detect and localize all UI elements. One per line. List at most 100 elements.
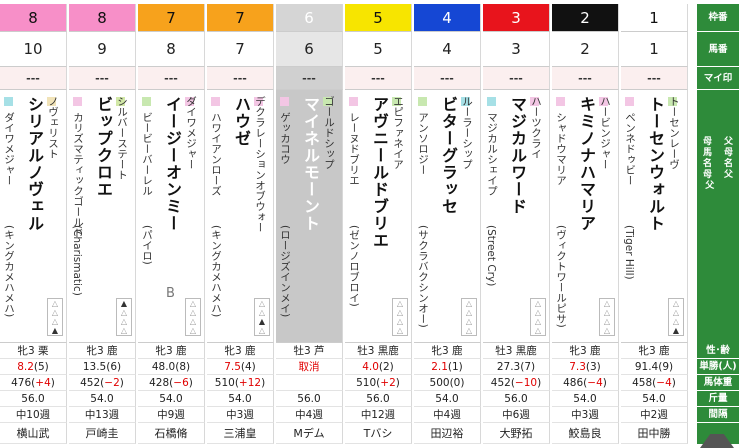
my-mark[interactable]: --- bbox=[69, 67, 136, 90]
waku-number: 8 bbox=[0, 4, 67, 32]
sire-color-chip bbox=[487, 97, 496, 106]
damsire-name[interactable]: (Tiger Hill) bbox=[623, 225, 635, 280]
rating-triangle: △ bbox=[534, 308, 542, 317]
sire-name[interactable]: ダイワメジャー bbox=[2, 112, 17, 186]
header-odds: 単勝(人) bbox=[697, 359, 739, 375]
sex-age: 牝3 栗 bbox=[0, 343, 67, 359]
horse-number: 10 bbox=[0, 32, 67, 67]
sire-name[interactable]: ペンネドゥビー bbox=[623, 112, 638, 186]
jockey[interactable]: 横山武 bbox=[0, 423, 67, 444]
rating-triangle: △ bbox=[120, 317, 128, 326]
horse-name[interactable]: アヴニールドブリエ bbox=[367, 96, 391, 249]
my-mark[interactable]: --- bbox=[207, 67, 274, 90]
horse-column[interactable]: 8 10 --- ダイワメジャー シリアルノヴェル ノヴェリスト (キングカメハメハ) △ △ △… bbox=[0, 0, 68, 448]
odds-cell: 13.5(6) bbox=[69, 359, 136, 375]
horse-column[interactable]: 2 2 --- シャドウマリア キミノナハマリア ハービンジャー (ヴィクトワールピサ) △ △… bbox=[552, 0, 620, 448]
horse-column[interactable]: 5 5 --- レーヌドブリエ アヴニールドブリエ エピファネイア (ゼンノロブロイ) △ △ △… bbox=[345, 0, 413, 448]
damsire-name[interactable]: (サクラバクシンオー) bbox=[416, 225, 431, 328]
body-weight: 458(−4) bbox=[621, 375, 688, 391]
body-weight: 452(−10) bbox=[483, 375, 550, 391]
horse-name[interactable]: キミノナハマリア bbox=[574, 96, 598, 232]
dam-name[interactable]: ノヴェリスト bbox=[46, 96, 61, 159]
sire-name[interactable]: カリズマティックゴールド bbox=[71, 112, 86, 238]
waku-number: 3 bbox=[483, 4, 550, 32]
odds-value: 7.3 bbox=[569, 361, 586, 373]
horse-name[interactable]: シリアルノヴェル bbox=[22, 96, 46, 232]
my-mark[interactable]: --- bbox=[0, 67, 67, 90]
odds-cell: 7.3(3) bbox=[552, 359, 619, 375]
dam-name[interactable]: デクラレーションオブウォー bbox=[253, 96, 268, 233]
horse-column[interactable]: 4 4 --- アンソロジー ビターグラッセ ルーラーシップ (サクラバクシンオー) △ △ △ △… bbox=[414, 0, 482, 448]
popularity: (6) bbox=[106, 361, 122, 373]
horse-name[interactable]: ハウゼ bbox=[229, 96, 253, 147]
kinryo: 56.0 bbox=[483, 391, 550, 407]
rating-triangle: △ bbox=[534, 317, 542, 326]
my-mark[interactable]: --- bbox=[414, 67, 481, 90]
damsire-name[interactable]: (Street Cry) bbox=[485, 225, 497, 286]
my-mark[interactable]: --- bbox=[621, 67, 688, 90]
odds-cell: 8.2(5) bbox=[0, 359, 67, 375]
horse-column[interactable]: 6 6 --- ゲッカコウ マイネルモーント ゴールドシップ (ロージズインメイ) 牡3 芦取… bbox=[276, 0, 344, 448]
jockey[interactable]: Tバシ bbox=[345, 423, 412, 444]
sire-name[interactable]: ハワイアンローズ bbox=[209, 112, 224, 196]
horse-column[interactable]: 8 9 --- カリズマティックゴールド ビップクロエ シルバーステート (Charisma… bbox=[69, 0, 137, 448]
jockey[interactable]: 田中勝 bbox=[621, 423, 688, 444]
horse-name[interactable]: トーセンウォルト bbox=[643, 96, 667, 232]
horse-name[interactable]: ビップクロエ bbox=[91, 96, 115, 198]
my-mark[interactable]: --- bbox=[276, 67, 343, 90]
damsire-name[interactable]: (Charismatic) bbox=[71, 225, 83, 296]
rating-triangle: △ bbox=[465, 299, 473, 308]
parentage-cell: ダイワメジャー シリアルノヴェル ノヴェリスト (キングカメハメハ) △ △ △ ▲ bbox=[0, 90, 67, 343]
horse-column[interactable]: 1 1 --- ペンネドゥビー トーセンウォルト トーセンレーヴ (Tiger Hill) △… bbox=[621, 0, 689, 448]
dam-name[interactable]: ゴールドシップ bbox=[322, 96, 337, 170]
horse-column[interactable]: 3 3 --- マジカルシェイプ マジカルワード ハーツクライ (Street Cry) △ △… bbox=[483, 0, 551, 448]
jockey[interactable]: 鮫島良 bbox=[552, 423, 619, 444]
rating-triangle: △ bbox=[189, 299, 197, 308]
body-weight: 500(0) bbox=[414, 375, 481, 391]
dam-name[interactable]: トーセンレーヴ bbox=[667, 96, 682, 170]
horse-column[interactable]: 7 8 --- ビービーバーレル イージーオンミー ダイワメジャー (パイロ) B △ △ △ △ 牝3… bbox=[138, 0, 206, 448]
damsire-name[interactable]: (ロージズインメイ) bbox=[278, 225, 293, 317]
damsire-name[interactable]: (キングカメハメハ) bbox=[209, 225, 224, 317]
damsire-name[interactable]: (ゼンノロブロイ) bbox=[347, 225, 362, 307]
dam-name[interactable]: ハーツクライ bbox=[529, 96, 544, 159]
rating-triangle: △ bbox=[189, 308, 197, 317]
horse-column[interactable]: 7 7 --- ハワイアンローズ ハウゼ デクラレーションオブウォー (キングカメハメハ) △… bbox=[207, 0, 275, 448]
damsire-name[interactable]: (キングカメハメハ) bbox=[2, 225, 17, 317]
dam-name[interactable]: シルバーステート bbox=[115, 96, 130, 180]
my-mark[interactable]: --- bbox=[345, 67, 412, 90]
rating-box: △ △ △ ▲ bbox=[668, 298, 684, 336]
sire-name[interactable]: レーヌドブリエ bbox=[347, 112, 362, 186]
interval: 中9週 bbox=[138, 407, 205, 423]
jockey[interactable]: 大野拓 bbox=[483, 423, 550, 444]
horse-name[interactable]: マジカルワード bbox=[505, 96, 529, 215]
odds-cell: 48.0(8) bbox=[138, 359, 205, 375]
horse-name[interactable]: マイネルモーント bbox=[298, 96, 322, 232]
jockey[interactable]: 田辺裕 bbox=[414, 423, 481, 444]
dam-name[interactable]: ルーラーシップ bbox=[460, 96, 475, 170]
horse-name[interactable]: イージーオンミー bbox=[160, 96, 184, 232]
sire-name[interactable]: マジカルシェイプ bbox=[485, 112, 500, 196]
damsire-name[interactable]: (パイロ) bbox=[140, 225, 155, 265]
horse-name[interactable]: ビターグラッセ bbox=[436, 96, 460, 215]
odds-cell: 4.0(2) bbox=[345, 359, 412, 375]
rating-triangle: △ bbox=[51, 308, 59, 317]
sire-name[interactable]: アンソロジー bbox=[416, 112, 431, 175]
dam-name[interactable]: ダイワメジャー bbox=[184, 96, 199, 170]
jockey[interactable]: 三浦皇 bbox=[207, 423, 274, 444]
sire-name[interactable]: ゲッカコウ bbox=[278, 112, 293, 165]
damsire-name[interactable]: (ヴィクトワールピサ) bbox=[554, 225, 569, 328]
my-mark[interactable]: --- bbox=[483, 67, 550, 90]
jockey[interactable]: 石橋脩 bbox=[138, 423, 205, 444]
jockey[interactable]: Mデム bbox=[276, 423, 343, 444]
sire-name[interactable]: シャドウマリア bbox=[554, 112, 569, 186]
my-mark[interactable]: --- bbox=[552, 67, 619, 90]
jockey[interactable]: 戸崎圭 bbox=[69, 423, 136, 444]
sex-age: 牝3 鹿 bbox=[621, 343, 688, 359]
header-weight: 馬体重 bbox=[697, 375, 739, 391]
my-mark[interactable]: --- bbox=[138, 67, 205, 90]
sire-name[interactable]: ビービーバーレル bbox=[140, 112, 155, 196]
parentage-cell: マジカルシェイプ マジカルワード ハーツクライ (Street Cry) △ △ △ △ bbox=[483, 90, 550, 343]
dam-name[interactable]: エピファネイア bbox=[391, 96, 406, 170]
dam-name[interactable]: ハービンジャー bbox=[598, 96, 613, 170]
